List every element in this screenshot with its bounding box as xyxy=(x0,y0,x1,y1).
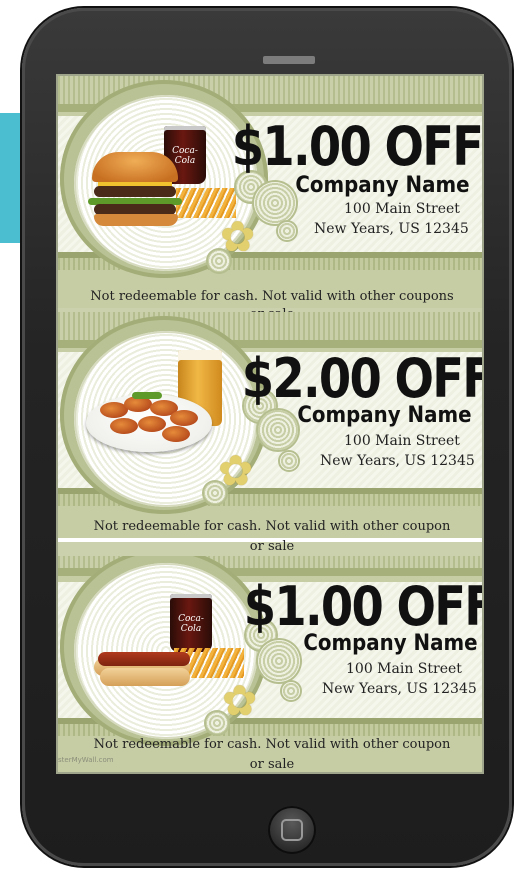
chicken-wing-icon xyxy=(138,416,166,432)
chicken-wing-icon xyxy=(170,410,198,426)
coupon-terms: Not redeemable for cash. Not valid with … xyxy=(58,288,482,306)
city-address: New Years, US 12345 xyxy=(320,453,475,469)
phone-screen: Coca-Cola ✿ $1.00 OFF Company Name 100 M… xyxy=(56,74,484,774)
coupon-terms-line2: or sale xyxy=(249,539,295,554)
company-name: Company Name xyxy=(297,403,472,428)
street-address: 100 Main Street xyxy=(344,201,460,217)
company-name: Company Name xyxy=(295,173,470,198)
rosette-decoration xyxy=(258,640,300,682)
rosette-decoration xyxy=(258,410,298,450)
rosette-decoration xyxy=(278,222,296,240)
burger-patty-icon xyxy=(94,186,176,197)
coupon-terms-line1: Not redeemable for cash. Not valid with … xyxy=(90,289,454,304)
flower-decoration-icon: ✿ xyxy=(220,212,256,261)
city-address: New Years, US 12345 xyxy=(314,221,469,237)
city-address: New Years, US 12345 xyxy=(322,681,477,697)
watermark-text: sterMyWall.com xyxy=(58,756,114,764)
flower-decoration-icon: ✿ xyxy=(218,446,254,495)
flower-decoration-icon: ✿ xyxy=(222,676,258,725)
cola-cup-logo: Coca-Cola xyxy=(178,614,204,634)
discount-amount: $2.00 OFF xyxy=(241,347,484,410)
street-address: 100 Main Street xyxy=(346,661,462,677)
rosette-decoration xyxy=(254,182,296,224)
coupon-1[interactable]: Coca-Cola ✿ $1.00 OFF Company Name 100 M… xyxy=(58,76,482,308)
burger-bun-bottom-icon xyxy=(94,214,178,226)
hotdog-bun-icon xyxy=(100,668,190,686)
rosette-decoration xyxy=(280,452,298,470)
home-button-icon[interactable] xyxy=(281,819,303,841)
rosette-decoration xyxy=(282,682,300,700)
company-name: Company Name xyxy=(303,631,478,656)
discount-amount: $1.00 OFF xyxy=(231,115,482,178)
coupon-terms-line1: Not redeemable for cash. Not valid with … xyxy=(93,737,451,752)
chicken-wing-icon xyxy=(110,418,138,434)
discount-amount: $1.00 OFF xyxy=(243,575,484,638)
coupon-terms-line2: or sale xyxy=(249,757,295,772)
celery-icon xyxy=(132,392,162,399)
burger-bun-top-icon xyxy=(92,152,178,182)
cola-cup-icon: Coca-Cola xyxy=(170,594,212,652)
side-accent-tab xyxy=(0,113,22,243)
speaker-grille-icon xyxy=(263,56,315,64)
hotdog-sausage-icon xyxy=(98,652,190,666)
chicken-wing-icon xyxy=(162,426,190,442)
coupon-2[interactable]: ✿ $2.00 OFF Company Name 100 Main Street… xyxy=(58,312,484,540)
coupon-terms-line1: Not redeemable for cash. Not valid with … xyxy=(93,519,451,534)
street-address: 100 Main Street xyxy=(344,433,460,449)
